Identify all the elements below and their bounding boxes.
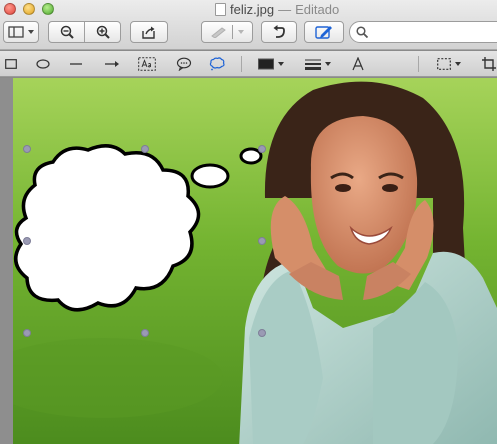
resize-handle-left[interactable] <box>23 237 31 245</box>
photo[interactable] <box>13 78 497 444</box>
title-bar: feliz.jpg — Editado <box>0 0 497 50</box>
arrow-icon <box>105 61 119 67</box>
text-box-tool[interactable] <box>138 55 156 73</box>
minimize-window-button[interactable] <box>23 3 35 15</box>
zoom-in-icon <box>96 25 110 39</box>
sidebar-view-icon <box>7 26 24 38</box>
zoom-window-button[interactable] <box>42 3 54 15</box>
filename: feliz.jpg <box>230 1 275 17</box>
resize-handle-bottom-right[interactable] <box>258 329 266 337</box>
zoom-out-icon <box>60 25 74 39</box>
search-icon <box>356 26 368 38</box>
chevron-down-icon <box>237 30 244 34</box>
text-box-icon <box>138 57 156 71</box>
rotate-button[interactable] <box>261 21 297 43</box>
speech-bubble-tool[interactable] <box>176 55 192 73</box>
selection-menu[interactable] <box>434 55 464 73</box>
chevron-down-icon <box>27 30 34 34</box>
oval-tool[interactable] <box>35 55 51 73</box>
photo-image <box>13 78 497 444</box>
resize-handle-bottom[interactable] <box>141 329 149 337</box>
document-canvas <box>0 78 497 444</box>
title-separator: — <box>278 1 292 17</box>
line-style-icon <box>304 59 321 70</box>
markup-pen-icon <box>315 26 332 39</box>
line-icon <box>70 63 82 65</box>
document-icon <box>215 2 226 16</box>
share-icon <box>142 26 155 39</box>
rectangle-icon <box>5 59 17 69</box>
zoom-in-button[interactable] <box>85 22 120 42</box>
share-button[interactable] <box>130 21 168 43</box>
edit-status: Editado <box>295 1 340 17</box>
thought-bubble-icon <box>209 57 225 71</box>
window-title: feliz.jpg — Editado <box>215 1 339 17</box>
speech-bubble-icon <box>176 57 192 71</box>
chevron-down-icon <box>277 62 284 66</box>
resize-handle-bottom-left[interactable] <box>23 329 31 337</box>
selection-icon <box>436 58 451 70</box>
search-input[interactable] <box>372 25 492 39</box>
font-tool[interactable] <box>350 55 366 73</box>
view-menu-button[interactable] <box>3 21 39 43</box>
close-window-button[interactable] <box>4 3 16 15</box>
oval-icon <box>36 59 50 69</box>
zoom-out-button[interactable] <box>49 22 84 42</box>
thought-bubble-tool[interactable] <box>208 55 226 73</box>
border-color-menu[interactable] <box>255 55 287 73</box>
highlight-icon <box>210 27 226 38</box>
chevron-down-icon <box>324 62 331 66</box>
crop-tool[interactable] <box>482 55 496 73</box>
rectangle-tool[interactable] <box>4 55 18 73</box>
zoom-button-group <box>48 21 121 43</box>
markup-toolbar-toggle[interactable] <box>304 21 344 43</box>
resize-handle-top-left[interactable] <box>23 145 31 153</box>
resize-handle-top-right[interactable] <box>258 145 266 153</box>
border-color-icon <box>257 58 274 70</box>
line-tool[interactable] <box>68 55 84 73</box>
resize-handle-top[interactable] <box>141 145 149 153</box>
crop-icon <box>482 57 496 71</box>
annotation-toolbar <box>0 51 497 77</box>
resize-handle-right[interactable] <box>258 237 266 245</box>
line-style-menu[interactable] <box>302 55 334 73</box>
chevron-down-icon <box>454 62 461 66</box>
markup-tools-menu[interactable] <box>201 21 253 43</box>
rotate-icon <box>273 25 285 38</box>
search-field[interactable] <box>349 21 497 43</box>
font-icon <box>352 57 364 71</box>
arrow-tool[interactable] <box>103 55 121 73</box>
